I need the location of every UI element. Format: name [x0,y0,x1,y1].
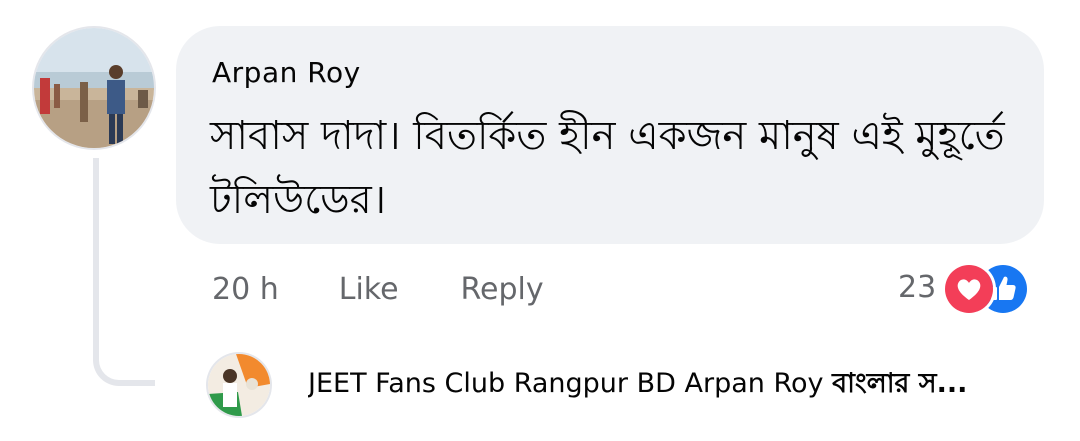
comment-actions: 20 h Like Reply [212,272,544,307]
reply-preview[interactable]: JEET Fans Club Rangpur BD Arpan Roy বাংল… [208,354,967,416]
reaction-count: 23 [898,269,937,305]
love-icon [942,262,997,316]
beach-photo-avatar-image [34,28,154,148]
reply-mention[interactable]: Arpan Roy [685,368,824,399]
thread-connector-line [93,158,155,386]
comment-bubble: Arpan Roy সাবাস দাদা। বিতর্কিত হীন একজন … [176,26,1044,244]
reaction-icons [942,262,1031,316]
reply-preview-text: JEET Fans Club Rangpur BD Arpan Roy বাংল… [308,363,967,408]
fan-club-avatar-image [208,354,270,416]
reply-button[interactable]: Reply [461,272,544,307]
commenter-avatar[interactable] [34,28,154,148]
comment-author-name[interactable]: Arpan Roy [212,56,361,89]
reply-author-name[interactable]: JEET Fans Club Rangpur BD [308,368,676,399]
like-button[interactable]: Like [339,272,399,307]
reply-author-avatar[interactable] [208,354,270,416]
reaction-summary[interactable]: 23 [898,262,1031,316]
comment-timestamp[interactable]: 20 h [212,272,279,307]
comment-text: সাবাস দাদা। বিতর্কিত হীন একজন মানুষ এই ম… [210,113,1005,223]
reply-snippet: বাংলার স... [832,367,968,399]
